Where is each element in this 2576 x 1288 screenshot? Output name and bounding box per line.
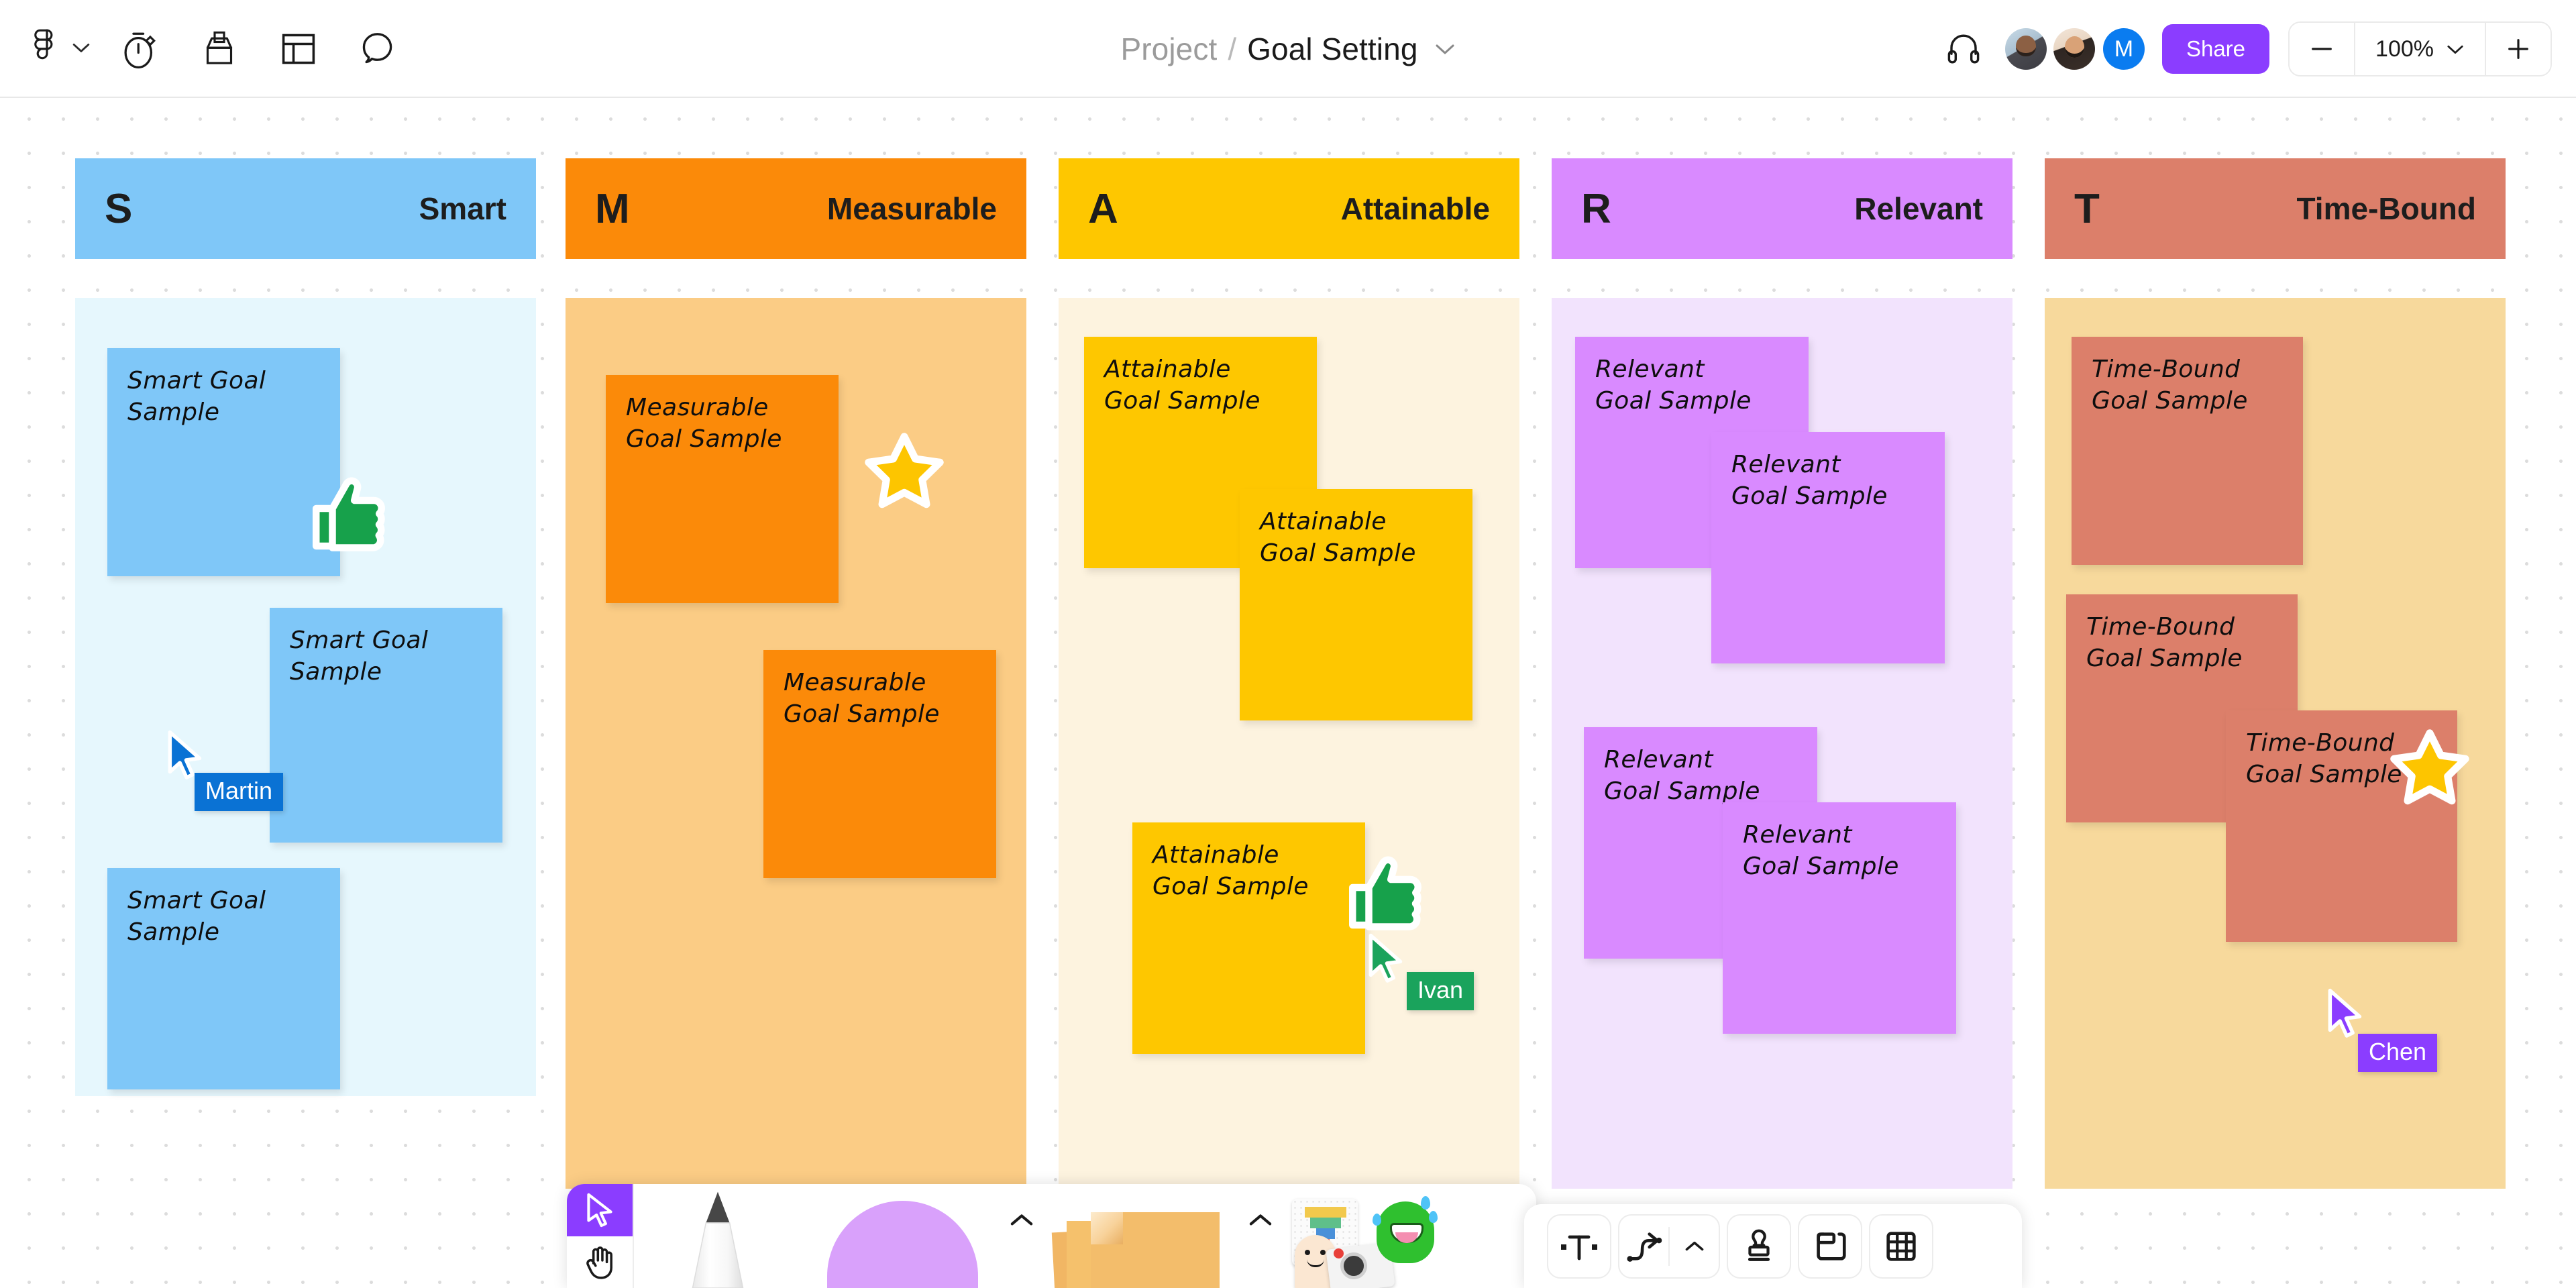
avatar-user-1[interactable] [2004,28,2047,70]
column-title: Smart [419,191,506,226]
section-icon [1817,1232,1846,1260]
shape-circle-icon [826,1201,978,1288]
hand-tool[interactable] [567,1236,633,1288]
column-title: Attainable [1340,191,1490,226]
column-letter: S [105,185,133,232]
timer-icon-button[interactable] [101,0,180,98]
stamp-tool[interactable] [1727,1214,1791,1279]
column-letter: M [595,185,630,232]
stickers-icon [1283,1196,1438,1288]
table-tool[interactable] [1869,1214,1933,1279]
zoom-control: 100% [2288,21,2552,76]
column-header-smart[interactable]: S Smart [75,158,536,259]
connector-tool[interactable] [1618,1214,1720,1279]
thumbs-up-sticker[interactable] [1342,853,1432,943]
text-T-icon [1561,1235,1597,1260]
sticky-chevron-up-icon[interactable] [1242,1184,1279,1288]
connector-arrow-icon [1619,1226,1670,1266]
column-header-relevant[interactable]: R Relevant [1552,158,2012,259]
timer-icon [124,32,156,68]
breadcrumb-project[interactable]: Project [1120,31,1217,67]
plus-icon [2508,39,2528,59]
layout-grid-icon-button[interactable] [259,0,338,98]
figma-logo-icon [34,29,53,60]
bottom-toolbar-right [1524,1204,2022,1288]
zoom-in-button[interactable] [2486,23,2551,75]
marker-pen-icon [692,1191,744,1288]
stamp-icon [1748,1229,1770,1261]
sticky-note[interactable]: Measurable Goal Sample [606,375,839,603]
text-tool[interactable] [1547,1214,1611,1279]
column-body-attainable[interactable]: Attainable Goal Sample Attainable Goal S… [1059,298,1519,1189]
topbar-right-group: M Share 100% [1929,0,2552,98]
column-title: Time-Bound [2296,191,2476,226]
bottom-toolbar [567,1184,1536,1288]
pen-tool[interactable] [634,1184,802,1288]
headset-button[interactable] [1929,0,1998,98]
sticky-note[interactable]: Attainable Goal Sample [1132,822,1365,1054]
vote-box-icon-button[interactable] [180,0,259,98]
column-letter: T [2074,185,2100,232]
file-menu-chevron-down-icon[interactable] [1434,42,1456,56]
column-letter: R [1581,185,1611,232]
column-title: Measurable [826,191,997,226]
column-header-measurable[interactable]: M Measurable [566,158,1026,259]
cursor-tool[interactable] [567,1184,633,1236]
column-header-attainable[interactable]: A Attainable [1059,158,1519,259]
figma-logo-button[interactable] [20,28,101,70]
sticky-note[interactable]: Measurable Goal Sample [763,650,996,878]
breadcrumb-file-name[interactable]: Goal Setting [1247,31,1417,67]
chevron-down-icon [2447,45,2463,54]
sticky-note[interactable]: Smart Goal Sample [270,608,502,843]
sticky-notes-icon [1051,1197,1232,1288]
column-body-smart[interactable]: Smart Goal Sample Smart Goal Sample Smar… [75,298,536,1096]
sticky-note[interactable]: Time-Bound Goal Sample [2072,337,2303,565]
thumbs-up-sticker[interactable] [305,474,396,564]
connector-chevron-up-icon[interactable] [1670,1240,1719,1253]
zoom-level-dropdown[interactable]: 100% [2355,23,2485,75]
shape-chevron-up-icon[interactable] [1003,1184,1040,1288]
chevron-down-icon [71,42,91,57]
star-sticker[interactable] [2386,725,2473,813]
column-title: Relevant [1854,191,1983,226]
minus-icon [2312,48,2332,50]
pointer-tool-group [567,1184,634,1288]
sticky-note[interactable]: Relevant Goal Sample [1711,432,1945,663]
vote-box-icon [206,31,233,64]
breadcrumb-separator: / [1228,32,1237,66]
column-header-time-bound[interactable]: T Time-Bound [2045,158,2506,259]
headset-icon [1947,34,1980,64]
comment-bubble-icon [362,33,392,64]
shape-tool[interactable] [802,1184,1003,1288]
sticky-note[interactable]: Smart Goal Sample [107,868,340,1089]
zoom-level-value: 100% [2375,36,2434,62]
share-button[interactable]: Share [2161,24,2270,74]
star-sticker[interactable] [861,429,948,517]
whiteboard-canvas[interactable]: S Smart Smart Goal Sample Smart Goal Sam… [0,98,2576,1288]
topbar-left-group [20,0,417,98]
sticky-note[interactable]: Attainable Goal Sample [1240,489,1472,720]
comment-bubble-icon-button[interactable] [338,0,417,98]
column-body-relevant[interactable]: Relevant Goal Sample Relevant Goal Sampl… [1552,298,2012,1189]
sticky-note[interactable]: Relevant Goal Sample [1723,802,1956,1034]
sticky-note-tool[interactable] [1040,1184,1242,1288]
section-tool[interactable] [1798,1214,1862,1279]
table-grid-icon [1886,1231,1916,1261]
column-body-measurable[interactable]: Measurable Goal Sample Measurable Goal S… [566,298,1026,1189]
hand-icon [586,1246,612,1279]
top-toolbar: Project / Goal Setting M Share 100% [0,0,2576,98]
zoom-out-button[interactable] [2290,23,2355,75]
avatar-user-2[interactable] [2053,28,2095,70]
stickers-tool[interactable] [1279,1184,1440,1288]
cursor-arrow-icon [587,1193,612,1227]
column-letter: A [1088,185,1118,232]
avatar-user-3[interactable]: M [2102,28,2145,70]
layout-grid-icon [282,34,315,64]
